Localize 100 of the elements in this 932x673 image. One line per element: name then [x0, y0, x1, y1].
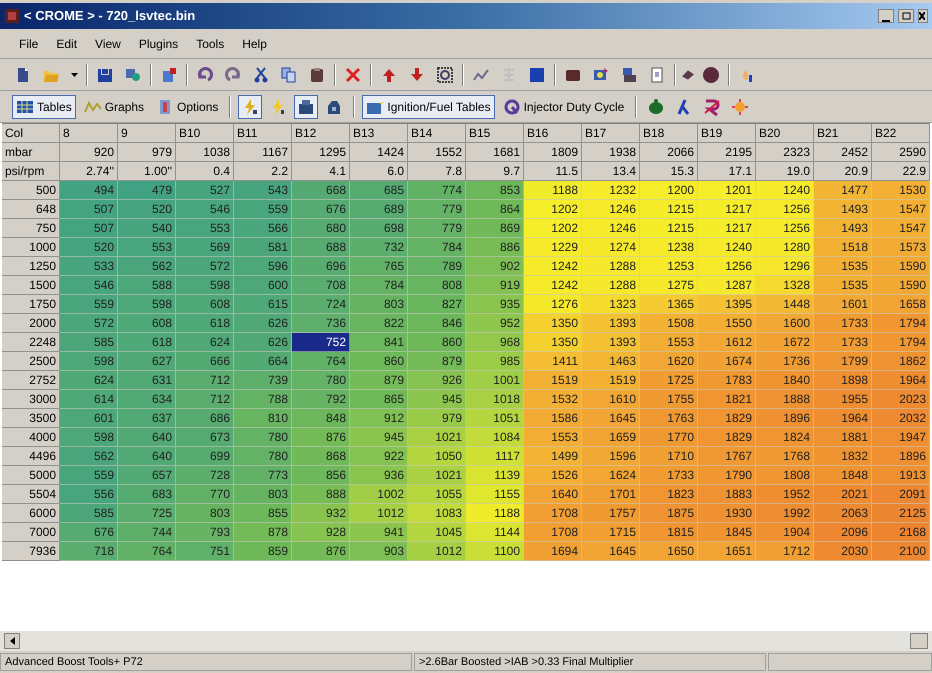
view-tab[interactable]: Graphs — [80, 94, 148, 118]
table-cell[interactable]: 666 — [176, 352, 234, 371]
table-cell[interactable]: 1217 — [698, 219, 756, 238]
table-cell[interactable]: 886 — [466, 238, 524, 257]
table-cell[interactable]: 553 — [118, 238, 176, 257]
table-cell[interactable]: 1012 — [408, 542, 466, 561]
table-cell[interactable]: 1393 — [582, 314, 640, 333]
table-cell[interactable]: 718 — [60, 542, 118, 561]
table-cell[interactable]: 1001 — [466, 371, 524, 390]
table-cell[interactable]: 752 — [292, 333, 350, 352]
table-cell[interactable]: 773 — [234, 466, 292, 485]
table-cell[interactable]: 935 — [466, 295, 524, 314]
table-cell[interactable]: 479 — [118, 181, 176, 200]
table-cell[interactable]: 780 — [292, 371, 350, 390]
table-cell[interactable]: 1736 — [756, 352, 814, 371]
table-cell[interactable]: 985 — [466, 352, 524, 371]
table-cell[interactable]: 596 — [234, 257, 292, 276]
table-cell[interactable]: 698 — [350, 219, 408, 238]
table-cell[interactable]: 2100 — [872, 542, 930, 561]
table-cell[interactable]: 853 — [466, 181, 524, 200]
table-cell[interactable]: 614 — [60, 390, 118, 409]
lightning-cursor-button[interactable] — [238, 94, 262, 118]
table-cell[interactable]: 1526 — [524, 466, 582, 485]
table-cell[interactable]: 1280 — [756, 238, 814, 257]
table-cell[interactable]: 543 — [234, 181, 292, 200]
table-cell[interactable]: 569 — [176, 238, 234, 257]
table-cell[interactable]: 2032 — [872, 409, 930, 428]
table-cell[interactable]: 507 — [60, 200, 118, 219]
table-cell[interactable]: 673 — [176, 428, 234, 447]
table-cell[interactable]: 1117 — [466, 447, 524, 466]
table-cell[interactable]: 631 — [118, 371, 176, 390]
table-cell[interactable]: 615 — [234, 295, 292, 314]
table-cell[interactable]: 879 — [408, 352, 466, 371]
table-cell[interactable]: 780 — [234, 447, 292, 466]
table-cell[interactable]: 1242 — [524, 257, 582, 276]
table-cell[interactable]: 1694 — [524, 542, 582, 561]
table-cell[interactable]: 562 — [118, 257, 176, 276]
table-cell[interactable]: 1658 — [872, 295, 930, 314]
table-cell[interactable]: 1519 — [524, 371, 582, 390]
close-button[interactable] — [918, 9, 928, 23]
table-cell[interactable]: 1508 — [640, 314, 698, 333]
table-cell[interactable]: 1896 — [756, 409, 814, 428]
table-cell[interactable]: 683 — [118, 485, 176, 504]
minimize-button[interactable] — [878, 9, 894, 23]
table-cell[interactable]: 1815 — [640, 523, 698, 542]
table-cell[interactable]: 1051 — [466, 409, 524, 428]
table-cell[interactable]: 1733 — [814, 314, 872, 333]
table-cell[interactable]: 708 — [292, 276, 350, 295]
maximize-button[interactable] — [898, 9, 914, 23]
table-cell[interactable]: 1829 — [698, 409, 756, 428]
table-cell[interactable]: 725 — [118, 504, 176, 523]
table-cell[interactable]: 1620 — [640, 352, 698, 371]
table-cell[interactable]: 657 — [118, 466, 176, 485]
table-cell[interactable]: 1898 — [814, 371, 872, 390]
horizontal-scrollbar[interactable] — [0, 631, 932, 651]
table-cell[interactable]: 640 — [118, 428, 176, 447]
table-cell[interactable]: 869 — [466, 219, 524, 238]
table-cell[interactable]: 712 — [176, 371, 234, 390]
table-cell[interactable]: 865 — [350, 390, 408, 409]
table-cell[interactable]: 784 — [350, 276, 408, 295]
table-cell[interactable]: 2168 — [872, 523, 930, 542]
table-cell[interactable]: 952 — [466, 314, 524, 333]
table-cell[interactable]: 1188 — [466, 504, 524, 523]
table-cell[interactable]: 859 — [234, 542, 292, 561]
table-cell[interactable]: 1021 — [408, 466, 466, 485]
table-cell[interactable]: 1799 — [814, 352, 872, 371]
table-cell[interactable]: 1964 — [872, 371, 930, 390]
table-cell[interactable]: 1217 — [698, 200, 756, 219]
table-cell[interactable]: 1767 — [698, 447, 756, 466]
table-cell[interactable]: 1296 — [756, 257, 814, 276]
table-cell[interactable]: 546 — [176, 200, 234, 219]
table-cell[interactable]: 676 — [292, 200, 350, 219]
table-cell[interactable]: 1201 — [698, 181, 756, 200]
table-cell[interactable]: 1992 — [756, 504, 814, 523]
table-cell[interactable]: 1794 — [872, 314, 930, 333]
table-cell[interactable]: 1350 — [524, 333, 582, 352]
table-cell[interactable]: 585 — [60, 333, 118, 352]
table-cell[interactable]: 546 — [60, 276, 118, 295]
table-cell[interactable]: 1240 — [698, 238, 756, 257]
table-cell[interactable]: 1045 — [408, 523, 466, 542]
table-cell[interactable]: 919 — [466, 276, 524, 295]
table-cell[interactable]: 912 — [350, 409, 408, 428]
table-cell[interactable]: 1518 — [814, 238, 872, 257]
table-cell[interactable]: 903 — [350, 542, 408, 561]
table-cell[interactable]: 1188 — [524, 181, 582, 200]
table-cell[interactable]: 1246 — [582, 219, 640, 238]
table-cell[interactable]: 1448 — [756, 295, 814, 314]
table-cell[interactable]: 1955 — [814, 390, 872, 409]
table-cell[interactable]: 1790 — [698, 466, 756, 485]
table-cell[interactable]: 945 — [350, 428, 408, 447]
table-cell[interactable]: 864 — [466, 200, 524, 219]
menu-item[interactable]: View — [88, 34, 128, 54]
table-cell[interactable]: 1845 — [698, 523, 756, 542]
table-cell[interactable]: 979 — [408, 409, 466, 428]
table-cell[interactable]: 2091 — [872, 485, 930, 504]
table-cell[interactable]: 868 — [292, 447, 350, 466]
table-cell[interactable]: 572 — [176, 257, 234, 276]
table-cell[interactable]: 810 — [234, 409, 292, 428]
table-cell[interactable]: 1610 — [582, 390, 640, 409]
table-cell[interactable]: 1253 — [640, 257, 698, 276]
